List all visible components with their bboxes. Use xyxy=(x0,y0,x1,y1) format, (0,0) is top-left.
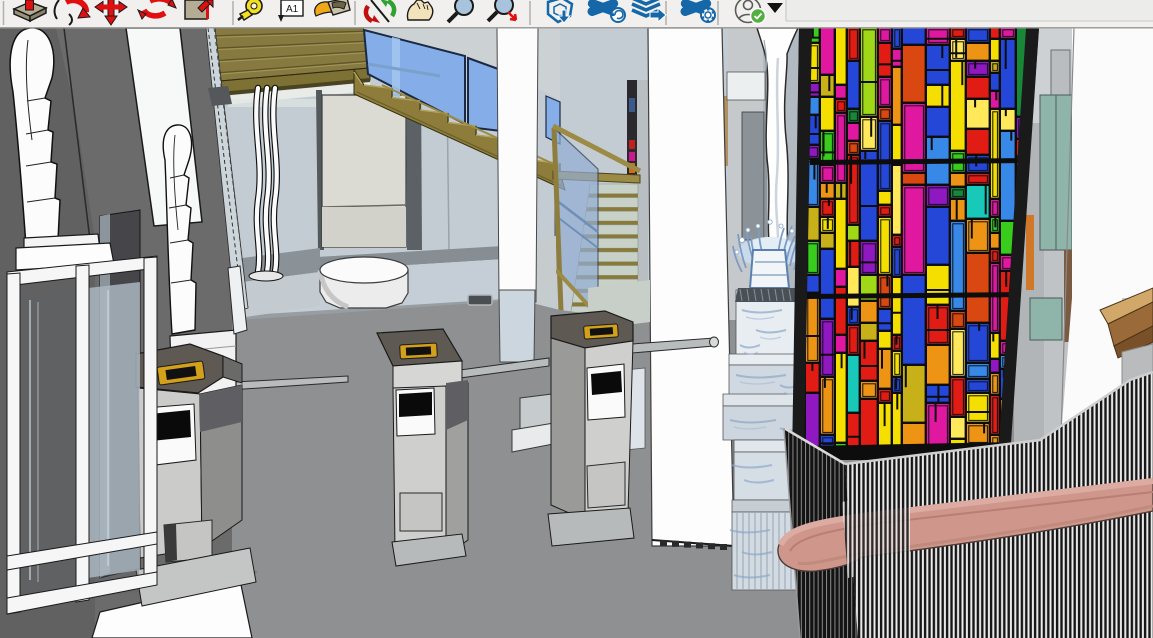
svg-text:A1: A1 xyxy=(286,4,299,15)
